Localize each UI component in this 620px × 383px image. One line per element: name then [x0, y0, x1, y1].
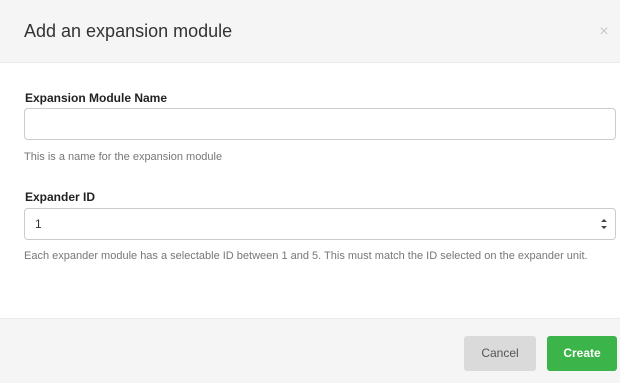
- expander-id-help: Each expander module has a selectable ID…: [24, 250, 588, 262]
- expander-id-label: Expander ID: [25, 190, 96, 204]
- expander-id-selected-value: 1: [35, 217, 42, 231]
- create-button[interactable]: Create: [547, 336, 617, 371]
- modal-header: Add an expansion module ×: [0, 0, 620, 62]
- close-icon[interactable]: ×: [596, 24, 612, 40]
- cancel-button[interactable]: Cancel: [464, 336, 536, 371]
- expansion-module-name-label: Expansion Module Name: [25, 91, 168, 105]
- modal-title: Add an expansion module: [24, 21, 233, 41]
- select-arrows-icon: [601, 219, 607, 229]
- expansion-module-name-help: This is a name for the expansion module: [24, 151, 223, 163]
- modal-footer: Cancel Create: [0, 319, 620, 383]
- expander-id-select[interactable]: 1: [24, 208, 616, 240]
- add-expansion-module-dialog: Add an expansion module × Expansion Modu…: [0, 0, 620, 383]
- expansion-module-name-input[interactable]: [24, 108, 616, 140]
- header-divider: [0, 62, 620, 63]
